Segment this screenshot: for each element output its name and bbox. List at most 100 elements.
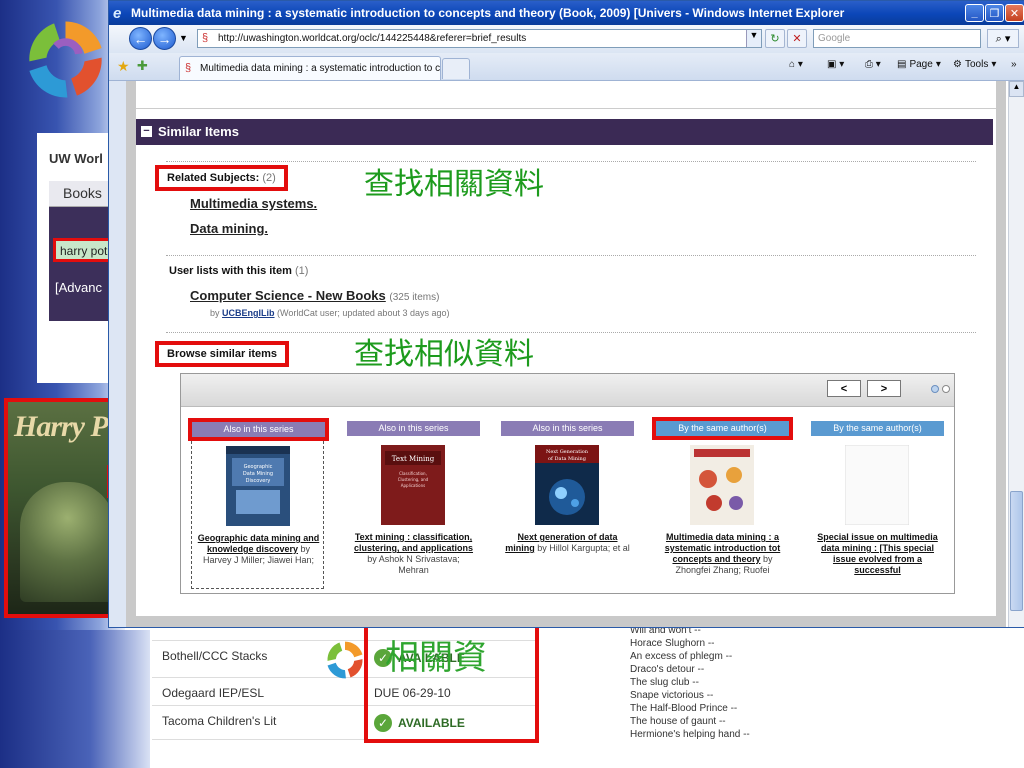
feeds-icon[interactable]: ▣ ▾ <box>827 59 844 70</box>
address-bar[interactable]: § http://uwashington.worldcat.org/oclc/1… <box>197 29 762 48</box>
related-subjects-label: Related Subjects: (2) <box>155 165 288 191</box>
carousel-next-button[interactable]: > <box>867 380 901 397</box>
user-list-link[interactable]: Computer Science - New Books <box>190 288 386 303</box>
scroll-thumb[interactable] <box>1010 491 1023 611</box>
card-title-link[interactable]: Text mining : classification, clustering… <box>354 532 473 553</box>
card-tag: Also in this series <box>501 421 634 436</box>
location-name: Bothell/CCC Stacks <box>162 649 268 663</box>
book-cover-image: Geographic Data Mining Discovery <box>226 446 290 526</box>
browser-window: e Multimedia data mining : a systematic … <box>108 0 1024 628</box>
vertical-scrollbar[interactable]: ▲ <box>1008 81 1024 627</box>
add-favorite-icon[interactable]: ✚ <box>137 58 148 74</box>
home-icon[interactable]: ⌂ ▾ <box>789 59 803 70</box>
list-item: The house of gaunt -- <box>630 716 726 727</box>
title-bar: e Multimedia data mining : a systematic … <box>109 1 1024 25</box>
user-link[interactable]: UCBEngILib <box>222 308 275 318</box>
more-icon[interactable]: » <box>1011 59 1017 70</box>
refresh-icon[interactable]: ↻ <box>765 29 785 48</box>
book-cover-image <box>690 445 754 525</box>
library-logo-icon <box>327 641 363 679</box>
favorites-star-icon[interactable]: ★ <box>117 58 130 75</box>
user-list-count: (325 items) <box>389 292 440 303</box>
card-tag: By the same author(s) <box>652 417 793 440</box>
forward-button[interactable]: → <box>153 27 176 50</box>
restore-button[interactable]: ❐ <box>985 4 1004 22</box>
svg-text:Geographic: Geographic <box>244 464 273 470</box>
card-title: Geographic data mining and knowledge dis… <box>196 533 321 566</box>
divider <box>166 161 976 162</box>
advanced-search-link[interactable]: [Advanc <box>55 280 102 295</box>
card-tag: By the same author(s) <box>811 421 944 436</box>
svg-text:Next Generation: Next Generation <box>546 449 589 455</box>
annotation-similar: 查找相似資料 <box>354 337 534 372</box>
address-dropdown-icon[interactable]: ▼ <box>746 30 761 47</box>
card-title: Text mining : classification, clustering… <box>351 532 476 576</box>
print-icon[interactable]: ⎙ ▾ <box>865 59 881 70</box>
search-icon[interactable]: ⌕ ▾ <box>987 29 1019 48</box>
page-menu-label: Page <box>909 59 933 70</box>
similar-items-section: − Similar Items Related Subjects: (2) 查找… <box>136 81 996 616</box>
location-name: Odegaard IEP/ESL <box>162 686 265 700</box>
location-name: Tacoma Children's Lit <box>162 714 277 728</box>
tab-current-page[interactable]: § Multimedia data mining : a systematic … <box>179 56 441 80</box>
related-subjects-text: Related Subjects: <box>167 172 260 184</box>
similar-item-card[interactable]: By the same author(s) Special issue on m… <box>811 421 944 589</box>
site-icon: § <box>185 62 192 74</box>
site-icon: § <box>202 32 209 44</box>
page-dot[interactable] <box>942 385 950 393</box>
new-tab-button[interactable] <box>442 58 470 79</box>
book-cover-image: Text Mining Classification, Clustering, … <box>381 445 445 525</box>
highlight-box <box>364 625 539 743</box>
subject-link[interactable]: Data mining. <box>190 221 268 236</box>
similar-item-card[interactable]: Also in this series Next Generation of D… <box>501 421 634 589</box>
card-tag: Also in this series <box>347 421 480 436</box>
ie-logo-icon: e <box>113 5 122 22</box>
page-top <box>136 81 996 109</box>
list-item: Snape victorious -- <box>630 690 714 701</box>
section-header[interactable]: − Similar Items <box>136 119 993 145</box>
section-title: Similar Items <box>158 124 239 139</box>
user-lists-count: (1) <box>294 265 309 277</box>
search-input[interactable]: Google <box>813 29 981 48</box>
close-button[interactable]: ✕ <box>1005 4 1024 22</box>
scroll-up-icon[interactable]: ▲ <box>1009 81 1024 97</box>
page-menu[interactable]: ▤ Page ▾ <box>897 59 941 70</box>
similar-item-card[interactable]: By the same author(s) Multimedia data mi… <box>652 417 793 589</box>
svg-text:Clustering, and: Clustering, and <box>398 477 429 482</box>
page-content: − Similar Items Related Subjects: (2) 查找… <box>126 81 1008 627</box>
by-suffix: (WorldCat user; updated about 3 days ago… <box>277 308 450 318</box>
contents-list: Will and won't -- Horace Slughorn -- An … <box>630 624 750 741</box>
similar-items-carousel: < > Also in this series Geographic Data … <box>180 373 955 594</box>
navigation-bar: ← → ▼ § http://uwashington.worldcat.org/… <box>109 25 1024 53</box>
stop-icon[interactable]: ✕ <box>787 29 807 48</box>
similar-item-card[interactable]: Also in this series Geographic Data Mini… <box>188 418 329 589</box>
tools-menu[interactable]: ⚙ Tools ▾ <box>953 59 996 70</box>
card-tag: Also in this series <box>188 418 329 441</box>
annotation-related: 查找相關資料 <box>364 167 544 202</box>
similar-item-card[interactable]: Also in this series Text Mining Classifi… <box>347 421 480 589</box>
collapse-icon[interactable]: − <box>141 126 152 137</box>
svg-text:Data Mining: Data Mining <box>243 471 273 477</box>
card-author: by Hillol Kargupta; et al <box>537 543 630 553</box>
cover-illustration <box>20 482 115 602</box>
page-dot-active[interactable] <box>931 385 939 393</box>
window-title: Multimedia data mining : a systematic in… <box>131 6 845 20</box>
worldcat-title: UW Worl <box>49 151 103 166</box>
list-item: The slug club -- <box>630 677 699 688</box>
url-text: http://uwashington.worldcat.org/oclc/144… <box>218 33 527 44</box>
list-item: The Half-Blood Prince -- <box>630 703 738 714</box>
related-subjects-count: (2) <box>262 172 276 184</box>
card-title: Multimedia data mining : a systematic in… <box>660 532 785 576</box>
subject-link[interactable]: Multimedia systems. <box>190 196 317 211</box>
list-item: An excess of phlegm -- <box>630 651 733 662</box>
tools-menu-label: Tools <box>964 59 989 70</box>
minimize-button[interactable]: _ <box>965 4 984 22</box>
back-button[interactable]: ← <box>129 27 152 50</box>
history-dropdown-icon[interactable]: ▼ <box>179 33 188 43</box>
divider <box>166 255 976 256</box>
carousel-prev-button[interactable]: < <box>827 380 861 397</box>
card-title-link[interactable]: Special issue on multimedia data mining … <box>817 532 938 575</box>
card-title: Special issue on multimedia data mining … <box>815 532 940 576</box>
tab-label: Multimedia data mining : a systematic in… <box>200 63 441 74</box>
carousel-controls: < > <box>181 374 954 407</box>
